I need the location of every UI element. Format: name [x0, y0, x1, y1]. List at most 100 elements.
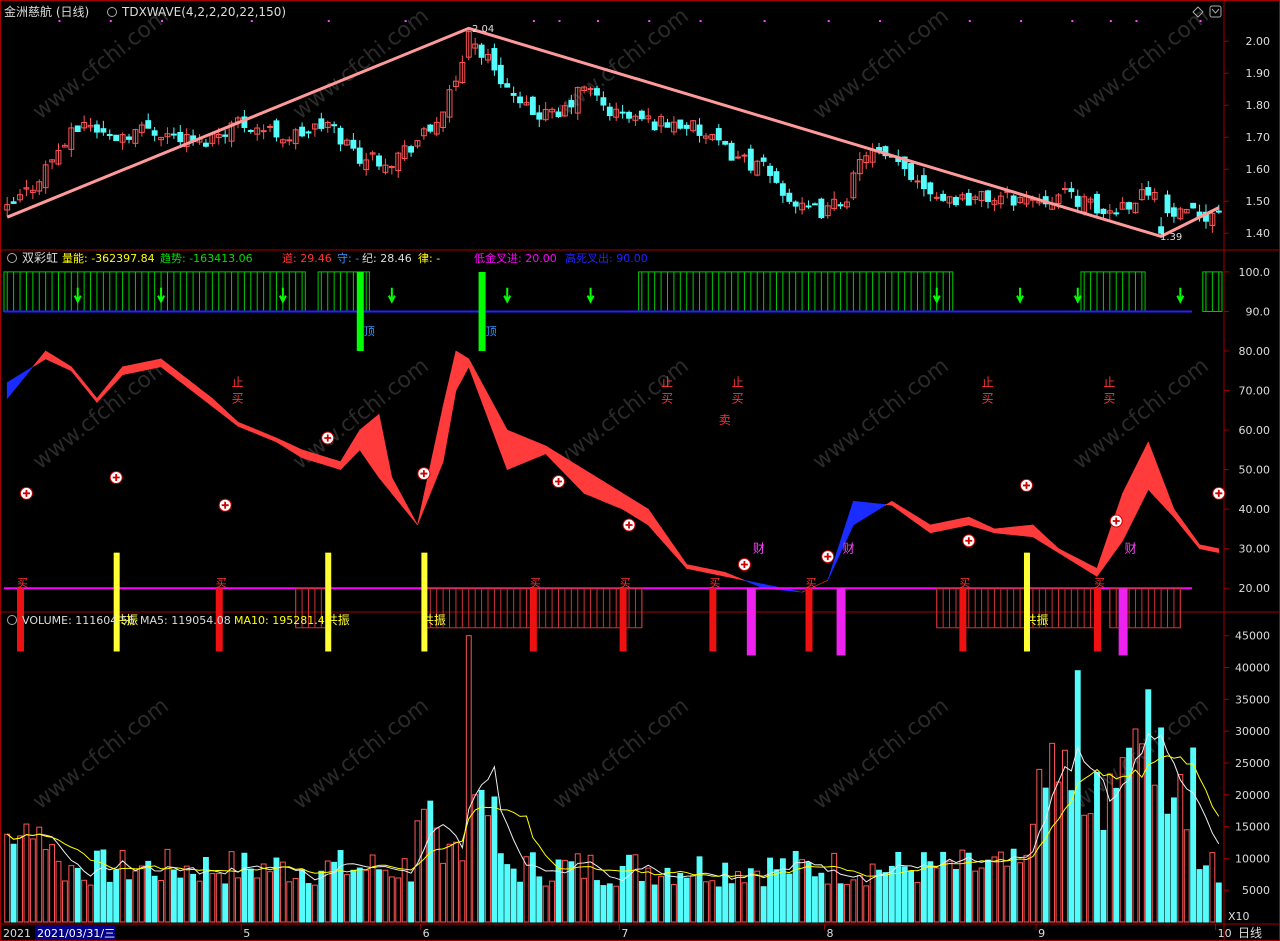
- indicator-value: 趋势: -163413.06: [160, 252, 253, 265]
- volume-bar: [145, 860, 152, 923]
- candle: [126, 136, 132, 140]
- low-price-label: 1.39: [1160, 232, 1182, 243]
- rainbow-segment: [90, 389, 98, 404]
- rainbow-segment: [442, 378, 450, 462]
- indicator-tick-label: 60.00: [1239, 424, 1271, 437]
- volume-bar: [632, 854, 639, 923]
- candle: [247, 129, 254, 132]
- signal-dot: [1135, 20, 1138, 22]
- rainbow-segment: [224, 409, 232, 422]
- buy-mark: 买: [530, 576, 541, 589]
- watermark-text: www.cfchi.com: [808, 693, 953, 814]
- rainbow-segment: [635, 500, 643, 522]
- candle: [1113, 212, 1120, 215]
- rainbow-segment: [750, 581, 758, 587]
- volume-bar: [190, 873, 197, 923]
- volume-bar: [811, 876, 818, 923]
- volume-bar: [215, 873, 222, 923]
- volume-bar: [850, 879, 857, 923]
- rainbow-segment: [859, 501, 867, 522]
- rainbow-segment: [1090, 564, 1098, 577]
- rainbow-segment: [628, 496, 636, 518]
- rainbow-segment: [1051, 542, 1059, 554]
- volume-bar: [908, 870, 915, 923]
- volume-bar: [927, 861, 934, 923]
- down-arrow-icon: [387, 287, 396, 304]
- volume-bar: [395, 877, 402, 923]
- rainbow-segment: [378, 414, 386, 487]
- rainbow-segment: [256, 429, 264, 438]
- candle: [696, 124, 703, 136]
- period-label[interactable]: 日线: [1238, 926, 1262, 940]
- volume-bar: [972, 870, 979, 923]
- watermark-text: www.cfchi.com: [28, 353, 173, 474]
- candle: [1145, 187, 1152, 196]
- rainbow-segment: [417, 495, 425, 526]
- chevron-down-icon[interactable]: [1211, 8, 1220, 14]
- candle: [773, 171, 780, 183]
- down-arrow-icon: [1016, 287, 1024, 304]
- volume-bar: [882, 872, 889, 923]
- candle: [145, 120, 152, 129]
- volume-bar: [824, 883, 831, 923]
- window-box-icon[interactable]: [1209, 5, 1222, 18]
- volume-bar: [1017, 862, 1024, 923]
- price-tick-label: 1.70: [1246, 131, 1271, 144]
- signal-dot: [763, 20, 766, 22]
- rainbow-segment: [26, 366, 34, 376]
- volume-bar: [324, 860, 331, 923]
- settings-dot-icon[interactable]: [7, 253, 17, 263]
- rainbow-segment: [1045, 536, 1053, 550]
- volume-bar: [4, 833, 11, 923]
- rainbow-segment: [385, 445, 393, 495]
- watermark-text: www.cfchi.com: [808, 353, 953, 474]
- volume-bar: [414, 820, 421, 923]
- settings-dot-icon[interactable]: [7, 615, 17, 625]
- rainbow-segment: [1103, 530, 1111, 569]
- wave-indicator-label: TDXWAVE(4,2,2,20,22,150): [121, 5, 286, 19]
- signal-dot: [1109, 20, 1112, 22]
- volume-bar: [247, 868, 254, 923]
- month-label: 6: [423, 927, 430, 940]
- volume-bar: [978, 867, 985, 923]
- candle: [965, 192, 972, 206]
- volume-bar: [523, 856, 530, 923]
- volume-bar: [1215, 882, 1222, 923]
- watermark-text: www.cfchi.com: [28, 3, 173, 124]
- volume-bar: [741, 882, 748, 923]
- buy-mark: 买: [982, 391, 994, 405]
- volume-bar: [779, 858, 786, 923]
- candle: [427, 124, 434, 132]
- rainbow-segment: [282, 440, 290, 451]
- volume-bar: [100, 849, 107, 923]
- candle: [619, 111, 626, 114]
- candle: [517, 96, 523, 104]
- candle: [491, 48, 498, 71]
- volume-tick-label: 45000: [1235, 630, 1270, 643]
- volume-value: MA5: 119054.08: [140, 614, 231, 627]
- volume-bar: [254, 877, 261, 923]
- rainbow-segment: [968, 516, 976, 528]
- buy-mark: 买: [1094, 576, 1105, 589]
- candle: [811, 203, 818, 206]
- rainbow-segment: [237, 421, 245, 430]
- candle: [376, 155, 382, 167]
- rainbow-segment: [577, 465, 585, 495]
- volume-bar: [670, 884, 677, 923]
- volume-bar: [318, 870, 325, 923]
- rainbow-segment: [64, 362, 72, 372]
- volume-bar: [292, 877, 299, 923]
- rainbow-segment: [301, 449, 309, 461]
- down-arrow-icon: [1073, 287, 1082, 304]
- candle: [273, 120, 280, 138]
- candle: [497, 64, 504, 85]
- candle: [953, 196, 959, 206]
- volume-tick-label: 20000: [1235, 789, 1270, 802]
- candle: [664, 122, 671, 128]
- candle: [1100, 208, 1107, 215]
- candle: [792, 201, 799, 207]
- volume-bar: [42, 849, 49, 923]
- volume-tick-label: 10000: [1235, 852, 1270, 865]
- settings-dot-icon[interactable]: [107, 7, 117, 17]
- rainbow-segment: [13, 374, 21, 392]
